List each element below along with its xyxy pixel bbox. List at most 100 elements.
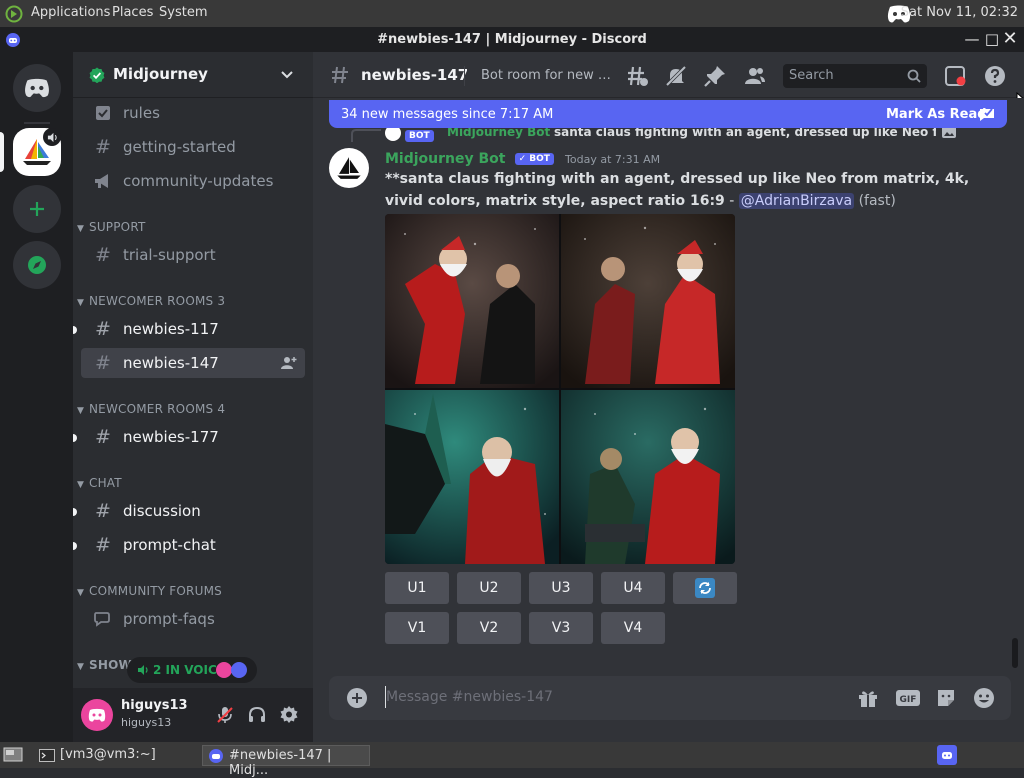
refresh-icon (695, 578, 715, 598)
pin-icon[interactable] (703, 64, 727, 88)
os-menu-places[interactable]: Places (112, 5, 153, 20)
upscale-4-button[interactable]: U4 (601, 572, 665, 604)
channel-label: trial-support (123, 246, 216, 264)
help-icon[interactable] (983, 64, 1007, 88)
avatar[interactable] (81, 699, 113, 731)
os-menu-logo-icon[interactable] (5, 5, 23, 23)
megaphone-icon (91, 172, 115, 190)
terminal-task-label: [vm3@vm3:~] (60, 747, 156, 762)
gift-icon[interactable] (857, 687, 879, 709)
variation-1-button[interactable]: V1 (385, 612, 449, 644)
santa-vs-agent-image (385, 214, 735, 564)
gif-icon[interactable]: GIF (895, 687, 921, 709)
channel-label: prompt-faqs (123, 610, 215, 628)
message-author[interactable]: Midjourney Bot (385, 151, 505, 167)
category-newcomer-rooms-4[interactable]: ▼ NEWCOMER ROOMS 4 (77, 402, 225, 416)
chevron-down-icon[interactable] (280, 70, 294, 80)
unread-indicator (73, 434, 77, 442)
discord-task-label: #newbies-147 | Midj... (229, 748, 332, 778)
os-menu-applications[interactable]: Applications (31, 5, 110, 20)
user-mention[interactable]: @AdrianBirzava (738, 193, 855, 209)
generation-mode: (fast) (858, 193, 896, 209)
threads-hash-icon: # (95, 352, 111, 374)
create-invite-icon[interactable] (281, 356, 297, 370)
threads-hash-icon: # (95, 426, 111, 448)
midjourney-sailboat-icon (337, 157, 361, 179)
os-menu-system[interactable]: System (159, 5, 207, 20)
category-chat[interactable]: ▼ CHAT (77, 476, 122, 490)
unread-indicator (73, 326, 77, 334)
variation-3-button[interactable]: V3 (529, 612, 593, 644)
channel-getting-started[interactable]: # getting-started (81, 132, 305, 162)
emoji-icon[interactable] (973, 687, 995, 709)
server-header[interactable]: Midjourney (73, 52, 313, 98)
category-support[interactable]: ▼ SUPPORT (77, 220, 146, 234)
gear-icon[interactable] (279, 705, 299, 725)
channel-label: community-updates (123, 172, 274, 190)
taskbar-item-terminal[interactable]: [vm3@vm3:~] (34, 745, 196, 766)
header-divider (464, 66, 465, 86)
channel-label: discussion (123, 502, 201, 520)
chat-scrollbar[interactable] (1012, 638, 1018, 668)
terminal-icon (39, 749, 55, 762)
threads-icon[interactable] (625, 64, 649, 88)
hash-icon: # (95, 500, 111, 522)
chat-header: newbies-147 Bot room for new us... Searc… (313, 52, 1024, 98)
upscale-1-button[interactable]: U1 (385, 572, 449, 604)
channel-community-updates[interactable]: community-updates (81, 166, 305, 196)
bot-badge: ✓ BOT (514, 153, 554, 165)
message-content: **santa claus fighting with an agent, dr… (385, 168, 985, 212)
channel-prompt-faqs[interactable]: prompt-faqs (81, 604, 305, 634)
category-newcomer-rooms-3[interactable]: ▼ NEWCOMER ROOMS 3 (77, 294, 225, 308)
new-messages-banner[interactable]: 34 new messages since 7:17 AM Mark As Re… (329, 100, 1007, 128)
voice-status-pill[interactable]: 2 IN VOICE (127, 657, 257, 683)
minimize-button[interactable]: — (963, 30, 981, 48)
discord-avatar-icon (88, 708, 106, 722)
forum-icon (91, 610, 115, 628)
add-attachment-icon[interactable] (347, 688, 367, 708)
channel-newbies-117[interactable]: # newbies-117 (81, 314, 305, 344)
explore-servers-button[interactable] (13, 241, 61, 289)
channel-topic[interactable]: Bot room for new us... (481, 68, 616, 83)
member-list-icon[interactable] (743, 64, 767, 88)
message-avatar[interactable] (329, 148, 369, 188)
channel-discussion[interactable]: # discussion (81, 496, 305, 526)
message-input[interactable]: Message #newbies-147 (386, 689, 553, 705)
reroll-button[interactable] (673, 572, 737, 604)
channel-title: newbies-147 (361, 66, 469, 84)
mute-mic-icon[interactable] (215, 705, 235, 725)
headphones-icon[interactable] (247, 705, 267, 725)
close-button[interactable]: ✕ (1001, 30, 1019, 48)
mark-as-read-button[interactable]: Mark As Read (886, 107, 987, 122)
direct-messages-button[interactable] (13, 64, 61, 112)
variation-2-button[interactable]: V2 (457, 612, 521, 644)
show-desktop-icon[interactable] (3, 747, 23, 763)
channel-newbies-147[interactable]: # newbies-147 (81, 348, 305, 378)
variation-4-button[interactable]: V4 (601, 612, 665, 644)
discord-task-icon (209, 749, 223, 763)
category-community-forums[interactable]: ▼ COMMUNITY FORUMS (77, 584, 222, 598)
upscale-3-button[interactable]: U3 (529, 572, 593, 604)
search-input[interactable]: Search (783, 64, 927, 88)
maximize-button[interactable]: □ (983, 30, 1001, 48)
taskbar-item-discord[interactable]: #newbies-147 | Midj... (202, 745, 370, 778)
message-timestamp: Today at 7:31 AM (565, 153, 661, 166)
add-server-button[interactable] (13, 185, 61, 233)
inbox-icon[interactable] (943, 64, 967, 88)
speaker-icon (138, 665, 148, 675)
channel-prompt-chat[interactable]: # prompt-chat (81, 530, 305, 560)
channel-rules[interactable]: rules (81, 98, 305, 128)
notification-bell-muted-icon[interactable] (664, 64, 688, 88)
sticker-icon[interactable] (935, 687, 957, 709)
channel-newbies-177[interactable]: # newbies-177 (81, 422, 305, 452)
upscale-2-button[interactable]: U2 (457, 572, 521, 604)
generated-image-grid[interactable] (385, 214, 735, 564)
discord-systray-icon[interactable] (937, 745, 957, 765)
reply-spine (351, 129, 381, 142)
channel-trial-support[interactable]: # trial-support (81, 240, 305, 270)
threads-hash-icon: # (95, 318, 111, 340)
mark-read-icon (980, 108, 994, 121)
discord-logo-icon (25, 78, 49, 98)
voice-avatar (231, 662, 247, 678)
channel-label: prompt-chat (123, 536, 216, 554)
